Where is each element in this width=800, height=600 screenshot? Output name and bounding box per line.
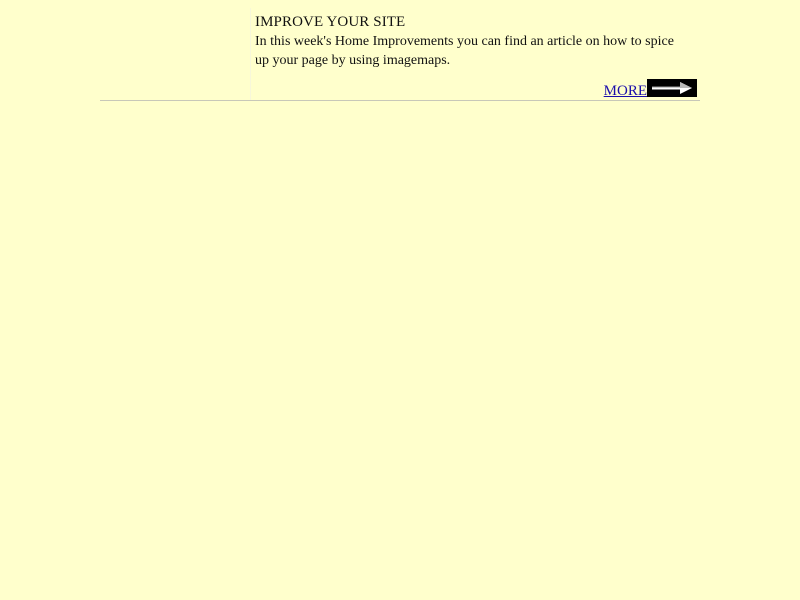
article-body: In this week's Home Improvements you can… <box>255 34 674 68</box>
column-divider <box>250 8 251 101</box>
horizontal-rule <box>100 100 700 101</box>
arrow-graphic <box>652 82 692 94</box>
article-headline: IMPROVE YOUR SITE <box>255 14 406 30</box>
more-row: MORE <box>604 76 697 100</box>
article-cell: IMPROVE YOUR SITE In this week's Home Im… <box>255 13 700 101</box>
left-empty-cell <box>100 8 250 101</box>
article-table: IMPROVE YOUR SITE In this week's Home Im… <box>100 8 700 101</box>
right-arrow-icon[interactable] <box>647 79 697 97</box>
page: IMPROVE YOUR SITE In this week's Home Im… <box>0 0 800 600</box>
more-link[interactable]: MORE <box>604 82 647 100</box>
